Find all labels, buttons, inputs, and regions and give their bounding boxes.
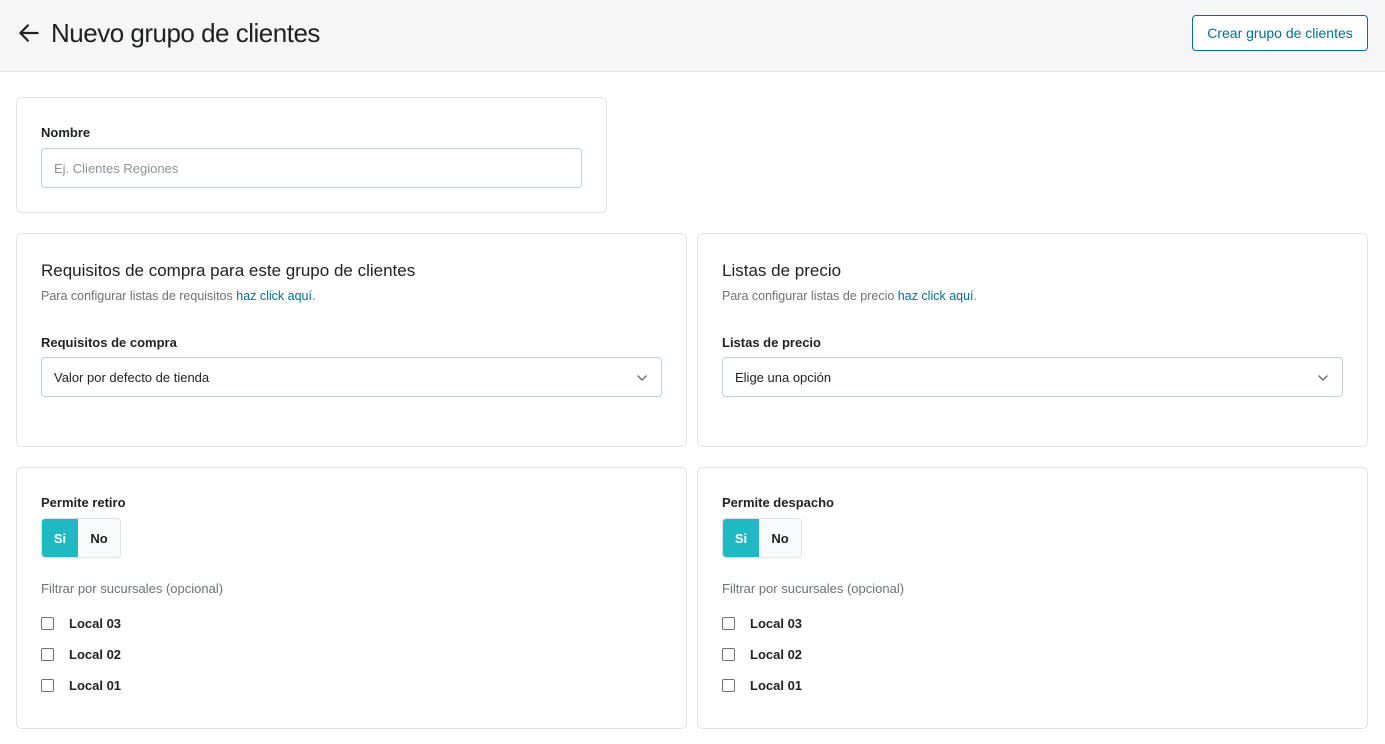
purchase-requirements-label: Requisitos de compra [41,335,177,350]
page-title: Nuevo grupo de clientes [51,18,320,48]
dispatch-toggle: Si No [722,518,802,558]
dispatch-label: Permite despacho [722,495,834,510]
pickup-label: Permite retiro [41,495,126,510]
pickup-branch-row: Local 01 [41,677,121,693]
subtitle-period: . [311,289,316,303]
pickup-branch-row: Local 02 [41,646,121,662]
purchase-requirements-value: Valor por defecto de tienda [54,369,210,385]
chevron-down-icon [1318,375,1328,381]
dispatch-no-button[interactable]: No [759,519,801,557]
configure-price-lists-link[interactable]: haz click aquí [898,289,974,303]
purchase-requirements-card: Requisitos de compra para este grupo de … [16,233,687,447]
purchase-requirements-select[interactable]: Valor por defecto de tienda [41,357,662,397]
pickup-toggle: Si No [41,518,121,558]
pickup-card: Permite retiro Si No Filtrar por sucursa… [16,467,687,729]
price-lists-value: Elige una opción [735,369,832,385]
name-label: Nombre [41,125,91,140]
branch-label: Local 02 [69,646,122,662]
arrow-left-icon[interactable] [16,20,42,46]
configure-requirements-link[interactable]: haz click aquí [236,289,312,303]
dispatch-branch-checkbox[interactable] [722,678,735,692]
price-lists-subtitle: Para configurar listas de precio haz cli… [722,289,977,303]
name-card: Nombre [16,97,607,213]
dispatch-branch-row: Local 03 [722,615,802,631]
page-header: Nuevo grupo de clientes Crear grupo de c… [0,0,1385,72]
dispatch-card: Permite despacho Si No Filtrar por sucur… [697,467,1368,729]
pickup-branch-checkbox[interactable] [41,616,54,630]
branch-label: Local 03 [69,615,122,631]
dispatch-filter-label: Filtrar por sucursales (opcional) [722,581,905,596]
create-group-button[interactable]: Crear grupo de clientes [1192,15,1368,51]
price-lists-label: Listas de precio [722,335,821,350]
branch-label: Local 03 [750,615,803,631]
price-lists-card: Listas de precio Para configurar listas … [697,233,1368,447]
pickup-branch-checkbox[interactable] [41,647,54,661]
dispatch-branch-row: Local 01 [722,677,802,693]
dispatch-yes-button[interactable]: Si [723,519,760,557]
dispatch-branch-row: Local 02 [722,646,802,662]
name-input[interactable] [41,148,582,188]
purchase-requirements-subtitle: Para configurar listas de requisitos haz… [41,289,315,303]
pickup-no-button[interactable]: No [78,519,120,557]
branch-label: Local 02 [750,646,803,662]
subtitle-period: . [973,289,978,303]
pickup-branch-checkbox[interactable] [41,678,54,692]
branch-label: Local 01 [750,677,803,693]
chevron-down-icon [637,375,647,381]
dispatch-branch-checkbox[interactable] [722,647,735,661]
subtitle-text: Para configurar listas de precio [722,289,895,303]
pickup-filter-label: Filtrar por sucursales (opcional) [41,581,224,596]
dispatch-branch-checkbox[interactable] [722,616,735,630]
purchase-requirements-title: Requisitos de compra para este grupo de … [41,261,416,280]
price-lists-select[interactable]: Elige una opción [722,357,1343,397]
price-lists-title: Listas de precio [722,261,842,280]
branch-label: Local 01 [69,677,122,693]
subtitle-text: Para configurar listas de requisitos [41,289,233,303]
pickup-yes-button[interactable]: Si [42,519,79,557]
pickup-branch-row: Local 03 [41,615,121,631]
